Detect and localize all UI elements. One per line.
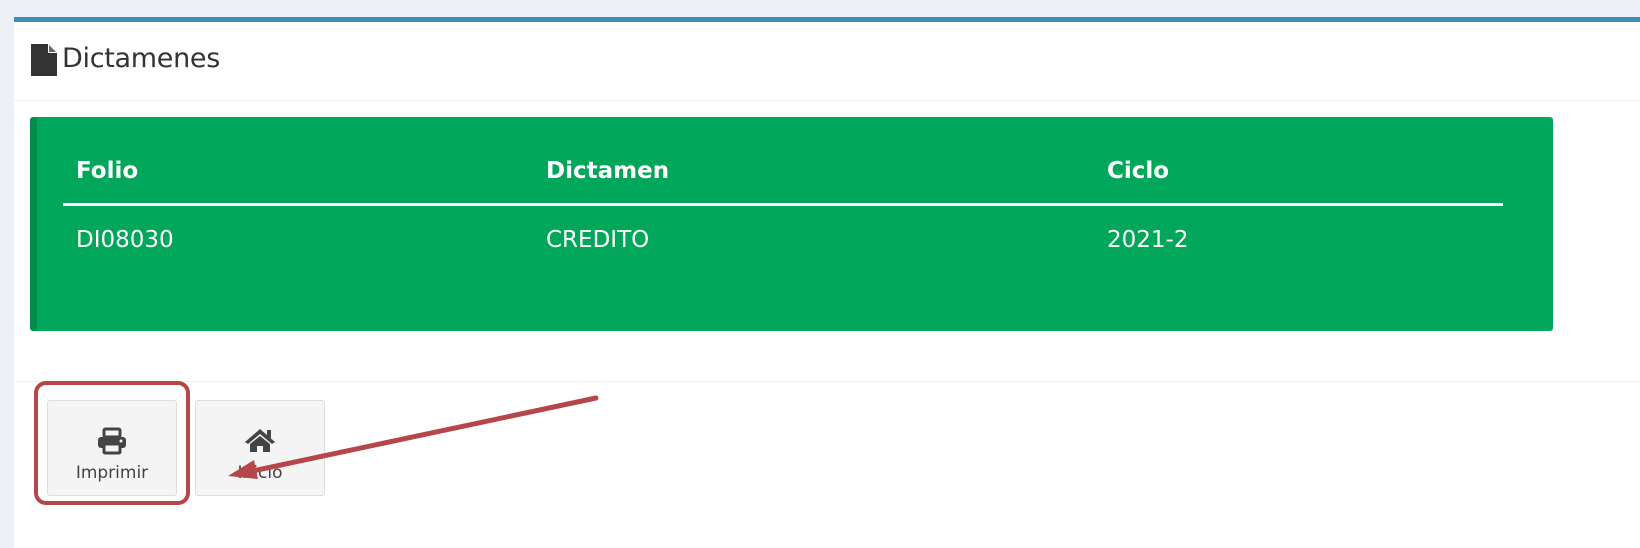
table-cell-dictamen: CREDITO [546, 227, 650, 253]
column-header-folio: Folio [76, 158, 139, 184]
table-header-divider [63, 203, 1503, 206]
column-header-dictamen: Dictamen [546, 158, 670, 184]
panel-header: Dictamenes [14, 22, 1640, 101]
print-button[interactable]: Imprimir [47, 400, 177, 496]
column-header-ciclo: Ciclo [1107, 158, 1170, 184]
panel-footer-divider [14, 381, 1640, 382]
print-icon [98, 427, 126, 455]
dictamenes-panel: Dictamenes Folio Dictamen Ciclo DI08030 … [14, 17, 1640, 548]
page-title: Dictamenes [62, 43, 220, 74]
table-cell-folio: DI08030 [76, 227, 174, 253]
print-button-label: Imprimir [75, 463, 149, 483]
dictamen-table: Folio Dictamen Ciclo DI08030 CREDITO 202… [30, 117, 1553, 331]
home-button-label: Inicio [237, 463, 283, 483]
file-icon [31, 44, 57, 76]
home-button[interactable]: Inicio [195, 400, 325, 496]
table-cell-ciclo: 2021-2 [1107, 227, 1189, 253]
home-icon [245, 429, 275, 452]
